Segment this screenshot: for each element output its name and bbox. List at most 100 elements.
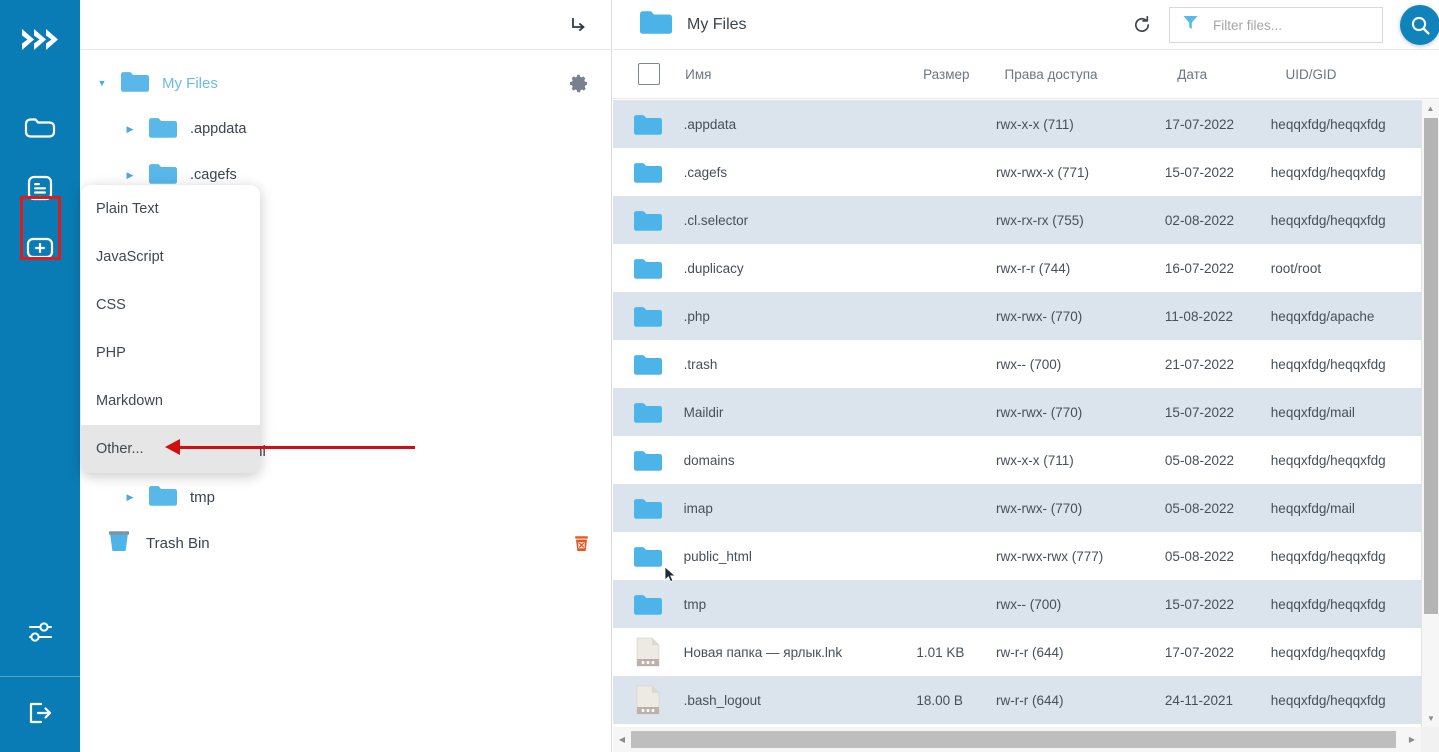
folder-icon: [613, 353, 684, 376]
table-row[interactable]: .trash rwx-- (700) 21-07-2022 heqqxfdg/heqq…: [613, 340, 1421, 388]
horizontal-scroll-track[interactable]: [631, 731, 1403, 748]
horizontal-scrollbar[interactable]: ◀ ▶: [613, 727, 1421, 752]
caret-down-icon[interactable]: ▼: [94, 78, 110, 88]
cell-permissions: rwx-rwx-rwx (777): [995, 548, 1104, 564]
cell-uid-gid: heqqxfdg/heqqxfdg: [1270, 644, 1386, 660]
delete-trash-icon[interactable]: [572, 534, 591, 557]
chevrons-right-logo[interactable]: [18, 18, 62, 62]
search-button[interactable]: [1400, 5, 1439, 45]
cell-uid-gid: heqqxfdg/mail: [1270, 404, 1355, 420]
table-row[interactable]: domains rwx-x-x (711) 05-08-2022 heqqxfdg/h…: [613, 436, 1421, 484]
column-header-uid-gid[interactable]: UID/GID: [1285, 67, 1439, 82]
cell-name: .cl.selector: [683, 212, 749, 228]
tree-item-appdata[interactable]: ▶ .appdata: [80, 106, 611, 152]
sidebar-item-settings[interactable]: [18, 610, 62, 654]
tree-item-root[interactable]: ▼ My Files: [80, 60, 611, 106]
cell-date: 05-08-2022: [1164, 548, 1234, 564]
file-type-dropdown-menu[interactable]: Plain Text JavaScript CSS PHP Markdown O…: [81, 185, 260, 473]
sidebar-item-create-new[interactable]: [18, 226, 62, 270]
dropdown-item-css[interactable]: CSS: [81, 281, 260, 329]
scroll-up-arrow[interactable]: ▲: [1422, 100, 1439, 117]
cell-name: public_html: [683, 548, 752, 564]
cell-size: 18.00 B: [916, 692, 963, 708]
file-list-panel: My Files Filter files... Имя Размер Прав…: [613, 0, 1439, 752]
annotation-arrow-head: [165, 439, 180, 455]
scroll-left-arrow[interactable]: ◀: [613, 735, 631, 744]
folder-icon: [639, 9, 673, 40]
column-header-date[interactable]: Дата: [1177, 67, 1285, 82]
vertical-scrollbar[interactable]: ▲ ▼: [1421, 100, 1439, 727]
table-row[interactable]: .php rwx-rwx- (770) 11-08-2022 heqqxfdg/apa…: [613, 292, 1421, 340]
table-row[interactable]: public_html rwx-rwx-rwx (777) 05-08-2022 he…: [613, 532, 1421, 582]
cell-uid-gid: heqqxfdg/heqqxfdg: [1270, 548, 1386, 564]
plus-box-icon: [26, 237, 54, 259]
column-header-size[interactable]: Размер: [923, 67, 1004, 82]
annotation-arrow-line: [176, 446, 415, 449]
filter-files-box[interactable]: [1169, 7, 1383, 43]
folder-icon: [120, 70, 150, 97]
table-row[interactable]: .appdata rwx-x-x (711) 17-07-2022 heqqxfdg/…: [613, 100, 1421, 148]
caret-right-icon[interactable]: ▶: [122, 170, 138, 181]
refresh-icon[interactable]: [1129, 12, 1155, 38]
file-table: Имя Размер Права доступа Дата UID/GID .a…: [613, 50, 1439, 752]
table-row[interactable]: imap rwx-rwx- (770) 05-08-2022 heqqxfdg/mai…: [613, 484, 1421, 532]
column-header-permissions[interactable]: Права доступа: [1005, 67, 1178, 82]
cell-date: 21-07-2022: [1164, 356, 1234, 372]
cell-date: 15-07-2022: [1164, 404, 1234, 420]
horizontal-scroll-thumb[interactable]: [631, 731, 1396, 748]
sidebar-item-logout[interactable]: [18, 691, 62, 735]
dropdown-item-javascript[interactable]: JavaScript: [81, 233, 260, 281]
cell-permissions: rw-r-r (644): [995, 692, 1064, 708]
cell-date: 24-11-2021: [1164, 692, 1233, 708]
cell-uid-gid: heqqxfdg/heqqxfdg: [1270, 212, 1386, 228]
cell-permissions: rwx-r-r (744): [995, 260, 1071, 276]
dropdown-item-plain-text[interactable]: Plain Text: [81, 185, 260, 233]
table-row[interactable]: .duplicacy rwx-r-r (744) 16-07-2022 root/ro…: [613, 244, 1421, 292]
cell-date: 15-07-2022: [1164, 164, 1234, 180]
cell-uid-gid: heqqxfdg/heqqxfdg: [1270, 116, 1386, 132]
cell-name: .trash: [683, 356, 718, 372]
cell-date: 16-07-2022: [1164, 260, 1234, 276]
exit-icon: [29, 702, 52, 724]
table-row[interactable]: .cl.selector rwx-rx-rx (755) 02-08-2022 heq…: [613, 196, 1421, 244]
cell-name: Новая папка — ярлык.lnk: [683, 644, 843, 660]
cell-date: 15-07-2022: [1164, 596, 1234, 612]
table-row[interactable]: Новая папка — ярлык.lnk 1.01 KB rw-r-r (64…: [613, 628, 1421, 676]
cell-name: .duplicacy: [683, 260, 744, 276]
search-icon: [1411, 16, 1430, 35]
filter-input[interactable]: [1213, 17, 1363, 33]
gear-icon[interactable]: [570, 74, 589, 97]
vertical-scroll-thumb[interactable]: [1424, 118, 1438, 614]
folder-icon: [613, 305, 684, 328]
sidebar-item-file-editor[interactable]: [18, 166, 62, 210]
folder-icon: [613, 545, 684, 582]
table-row[interactable]: Maildir rwx-rwx- (770) 15-07-2022 heqqxfdg/…: [613, 388, 1421, 436]
tree-item-trash-bin[interactable]: Trash Bin: [80, 520, 611, 566]
arrow-turn-down-right-icon[interactable]: [567, 14, 589, 36]
folder-icon: [613, 593, 684, 616]
caret-right-icon[interactable]: ▶: [122, 124, 138, 135]
cell-name: Maildir: [683, 404, 724, 420]
scroll-right-arrow[interactable]: ▶: [1403, 735, 1421, 744]
cell-uid-gid: heqqxfdg/heqqxfdg: [1270, 356, 1386, 372]
cell-permissions: rwx-rx-rx (755): [995, 212, 1084, 228]
dropdown-item-php[interactable]: PHP: [81, 329, 260, 377]
scroll-down-arrow[interactable]: ▼: [1422, 710, 1439, 727]
tree-item-tmp[interactable]: ▶ tmp: [80, 474, 611, 520]
table-row[interactable]: .bash_logout 18.00 B rw-r-r (644) 24-11-202…: [613, 676, 1421, 724]
column-header-name[interactable]: Имя: [685, 67, 923, 82]
cell-name: domains: [683, 452, 735, 468]
caret-right-icon[interactable]: ▶: [122, 492, 138, 503]
select-all-checkbox[interactable]: [638, 63, 661, 85]
folder-icon: [613, 113, 684, 136]
table-header-row: Имя Размер Права доступа Дата UID/GID: [613, 50, 1439, 99]
folder-icon: [613, 449, 684, 472]
dropdown-item-markdown[interactable]: Markdown: [81, 377, 260, 425]
cell-permissions: rwx-x-x (711): [995, 116, 1074, 132]
document-lines-icon: [27, 175, 53, 201]
table-row[interactable]: tmp rwx-- (700) 15-07-2022 heqqxfdg/heqqxfd…: [613, 580, 1421, 628]
sidebar-item-file-manager[interactable]: [18, 106, 62, 150]
cell-date: 17-07-2022: [1164, 644, 1234, 660]
table-row[interactable]: .cagefs rwx-rwx-x (771) 15-07-2022 heqqxfdg…: [613, 148, 1421, 196]
cell-uid-gid: heqqxfdg/mail: [1270, 500, 1355, 516]
